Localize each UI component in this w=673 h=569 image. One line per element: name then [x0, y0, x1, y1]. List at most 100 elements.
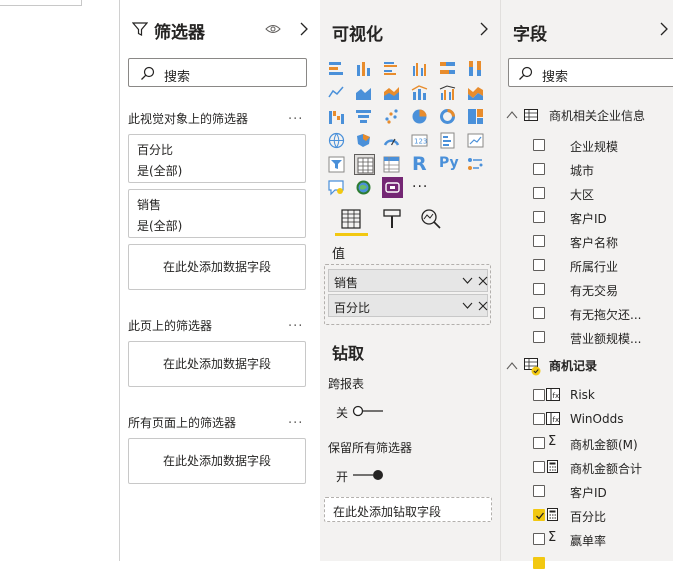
fields-search-input[interactable]: 搜索	[508, 58, 673, 87]
all-pages-filter-dropzone[interactable]: 在此处添加数据字段	[128, 438, 306, 484]
ribbon-chart-icon[interactable]	[467, 84, 484, 101]
multi-row-card-icon[interactable]	[439, 132, 456, 149]
pie-chart-icon[interactable]	[411, 108, 428, 125]
field-item[interactable]: 企业规模	[570, 138, 618, 155]
format-paint-roller-icon[interactable]	[382, 208, 402, 230]
visual-filter-dropzone[interactable]: 在此处添加数据字段	[128, 244, 306, 290]
clustered-column-chart-icon[interactable]	[411, 60, 428, 77]
qa-visual-icon[interactable]	[328, 179, 345, 196]
field-item[interactable]: 商机金额(M)	[570, 436, 638, 453]
chevron-down-icon[interactable]	[462, 302, 473, 310]
more-options-icon[interactable]: ...	[288, 108, 303, 123]
field-checkbox[interactable]	[533, 283, 545, 295]
more-options-icon[interactable]: ...	[288, 412, 303, 427]
card-icon[interactable]: 123	[411, 132, 428, 149]
field-item[interactable]: 客户ID	[570, 484, 607, 501]
filter-card-percent[interactable]: 百分比 是(全部)	[128, 134, 306, 183]
field-item[interactable]: 所属行业	[570, 258, 618, 275]
well-item-percent[interactable]: 百分比	[328, 294, 488, 317]
filter-card-field: 百分比	[137, 143, 174, 157]
chevron-up-icon[interactable]	[506, 362, 518, 370]
map-icon[interactable]	[328, 132, 345, 149]
remove-field-icon[interactable]	[478, 301, 488, 311]
field-item[interactable]: 有无拖欠还...	[570, 306, 641, 323]
eye-icon[interactable]	[265, 23, 281, 35]
field-item[interactable]: 客户名称	[570, 234, 618, 251]
matrix-icon[interactable]	[383, 156, 400, 173]
slicer-icon[interactable]	[328, 156, 345, 173]
more-visuals-icon[interactable]: ...	[412, 175, 428, 191]
line-column-chart-icon[interactable]	[411, 84, 428, 101]
field-checkbox[interactable]	[533, 307, 545, 319]
field-item[interactable]: 大区	[570, 186, 594, 203]
field-checkbox[interactable]	[533, 485, 545, 497]
filter-card-sales[interactable]: 销售 是(全部)	[128, 189, 306, 238]
field-checkbox[interactable]	[533, 461, 545, 473]
field-item[interactable]: WinOdds	[570, 412, 623, 426]
field-item[interactable]: 城市	[570, 162, 594, 179]
cross-report-toggle[interactable]	[351, 404, 385, 418]
stacked-bar-chart-icon[interactable]	[328, 60, 345, 77]
collapse-filters-chevron-icon[interactable]	[299, 22, 309, 36]
drillthrough-dropzone[interactable]: 在此处添加钻取字段	[324, 497, 492, 522]
field-checkbox[interactable]	[533, 163, 545, 175]
values-field-well[interactable]: 销售 百分比	[324, 264, 491, 325]
report-canvas[interactable]	[0, 0, 120, 561]
python-visual-icon[interactable]: Py	[439, 155, 459, 171]
100-percent-column-chart-icon[interactable]	[467, 60, 484, 77]
table-name-opportunity-records[interactable]: 商机记录	[549, 357, 597, 374]
field-item[interactable]: 客户ID	[570, 210, 607, 227]
gauge-icon[interactable]	[383, 132, 400, 149]
table-visual-selected[interactable]	[354, 154, 375, 175]
scatter-chart-icon[interactable]	[383, 108, 400, 125]
treemap-icon[interactable]	[467, 108, 484, 125]
kpi-icon[interactable]	[467, 132, 484, 149]
key-influencers-icon[interactable]	[467, 156, 484, 173]
keep-filters-toggle[interactable]	[351, 468, 385, 482]
arcgis-map-icon[interactable]	[355, 179, 372, 196]
stacked-column-chart-icon[interactable]	[355, 60, 372, 77]
100-percent-bar-chart-icon[interactable]	[439, 60, 456, 77]
more-options-icon[interactable]: ...	[288, 315, 303, 330]
analytics-magnifier-icon[interactable]	[420, 208, 442, 230]
field-checkbox[interactable]	[533, 211, 545, 223]
filters-search-input[interactable]: 搜索	[128, 58, 307, 87]
area-chart-icon[interactable]	[355, 84, 372, 101]
field-checkbox[interactable]	[533, 139, 545, 151]
field-checkbox[interactable]	[533, 389, 545, 401]
funnel-chart-icon[interactable]	[355, 108, 372, 125]
r-visual-icon[interactable]: R	[412, 153, 427, 175]
field-checkbox-checked-partial[interactable]	[533, 557, 545, 569]
field-checkbox[interactable]	[533, 533, 545, 545]
field-checkbox[interactable]	[533, 331, 545, 343]
remove-field-icon[interactable]	[478, 276, 488, 286]
field-item[interactable]: 营业额规模...	[570, 330, 641, 347]
waterfall-chart-icon[interactable]	[328, 108, 345, 125]
line-chart-icon[interactable]	[328, 84, 345, 101]
collapse-viz-chevron-icon[interactable]	[479, 22, 489, 36]
field-checkbox[interactable]	[533, 413, 545, 425]
filled-map-icon[interactable]	[355, 132, 372, 149]
fields-tab-icon[interactable]	[340, 208, 362, 230]
field-item[interactable]: 赢单率	[570, 532, 606, 549]
well-item-sales[interactable]: 销售	[328, 269, 488, 292]
field-item[interactable]: 百分比	[570, 508, 606, 525]
field-checkbox-checked[interactable]	[533, 509, 545, 521]
clustered-bar-chart-icon[interactable]	[383, 60, 400, 77]
collapse-fields-chevron-icon[interactable]	[659, 22, 669, 36]
field-checkbox[interactable]	[533, 235, 545, 247]
field-checkbox[interactable]	[533, 437, 545, 449]
stacked-area-chart-icon[interactable]	[383, 84, 400, 101]
chevron-down-icon[interactable]	[462, 277, 473, 285]
field-item[interactable]: 有无交易	[570, 282, 618, 299]
table-name-company-info[interactable]: 商机相关企业信息	[549, 107, 645, 124]
page-filter-dropzone[interactable]: 在此处添加数据字段	[128, 341, 306, 387]
power-apps-icon[interactable]	[382, 177, 403, 198]
line-clustered-column-icon[interactable]	[439, 84, 456, 101]
chevron-up-icon[interactable]	[506, 111, 518, 119]
field-checkbox[interactable]	[533, 259, 545, 271]
field-item[interactable]: Risk	[570, 388, 595, 402]
field-item[interactable]: 商机金额合计	[570, 460, 642, 477]
donut-chart-icon[interactable]	[439, 108, 456, 125]
field-checkbox[interactable]	[533, 187, 545, 199]
